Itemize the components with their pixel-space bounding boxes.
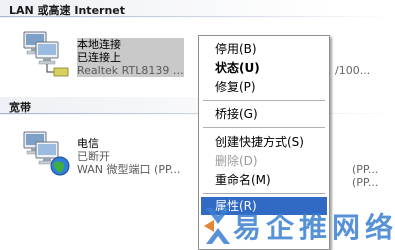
network-connection-icon: [23, 31, 69, 77]
connection-device: WAN 微型端口 (PP...: [77, 163, 181, 176]
broadband-connection-labels[interactable]: 电信 已断开 WAN 微型端口 (PP...: [77, 137, 180, 176]
menu-item-bridge[interactable]: 桥接(G): [201, 105, 327, 123]
lan-connection-labels[interactable]: 本地连接 已连接上 Realtek RTL8139 …: [77, 38, 184, 77]
lan-device-detail: /100...: [335, 64, 371, 77]
connection-name: 电信: [77, 137, 99, 150]
lan-section-header: LAN 或高速 Internet: [0, 0, 395, 18]
watermark-text: 易企推网络: [233, 211, 395, 244]
broadband-detail-1: (PP...: [352, 163, 379, 176]
menu-item-delete: 删除(D): [215, 154, 258, 168]
menu-item-create-shortcut[interactable]: 创建快捷方式(S): [201, 133, 327, 151]
connection-name: 本地连接: [77, 38, 184, 51]
watermark-logo-icon: [204, 208, 230, 244]
broadband-detail-2: (PP...: [352, 176, 379, 189]
menu-item-disable[interactable]: 停用(B): [201, 40, 327, 58]
menu-item-rename[interactable]: 重命名(M): [201, 171, 327, 189]
section-divider: [0, 16, 395, 17]
menu-separator: [203, 100, 325, 101]
connection-device: Realtek RTL8139 …: [77, 64, 184, 77]
dialup-connection-icon: [23, 131, 70, 176]
menu-separator: [203, 193, 325, 194]
connection-status: 已断开: [77, 150, 110, 163]
menu-item-repair[interactable]: 修复(P): [201, 78, 327, 96]
watermark: 易企推网络: [200, 200, 395, 250]
menu-item-status[interactable]: 状态(U): [201, 59, 327, 77]
connection-status: 已连接上: [77, 51, 184, 64]
menu-separator: [203, 127, 325, 128]
